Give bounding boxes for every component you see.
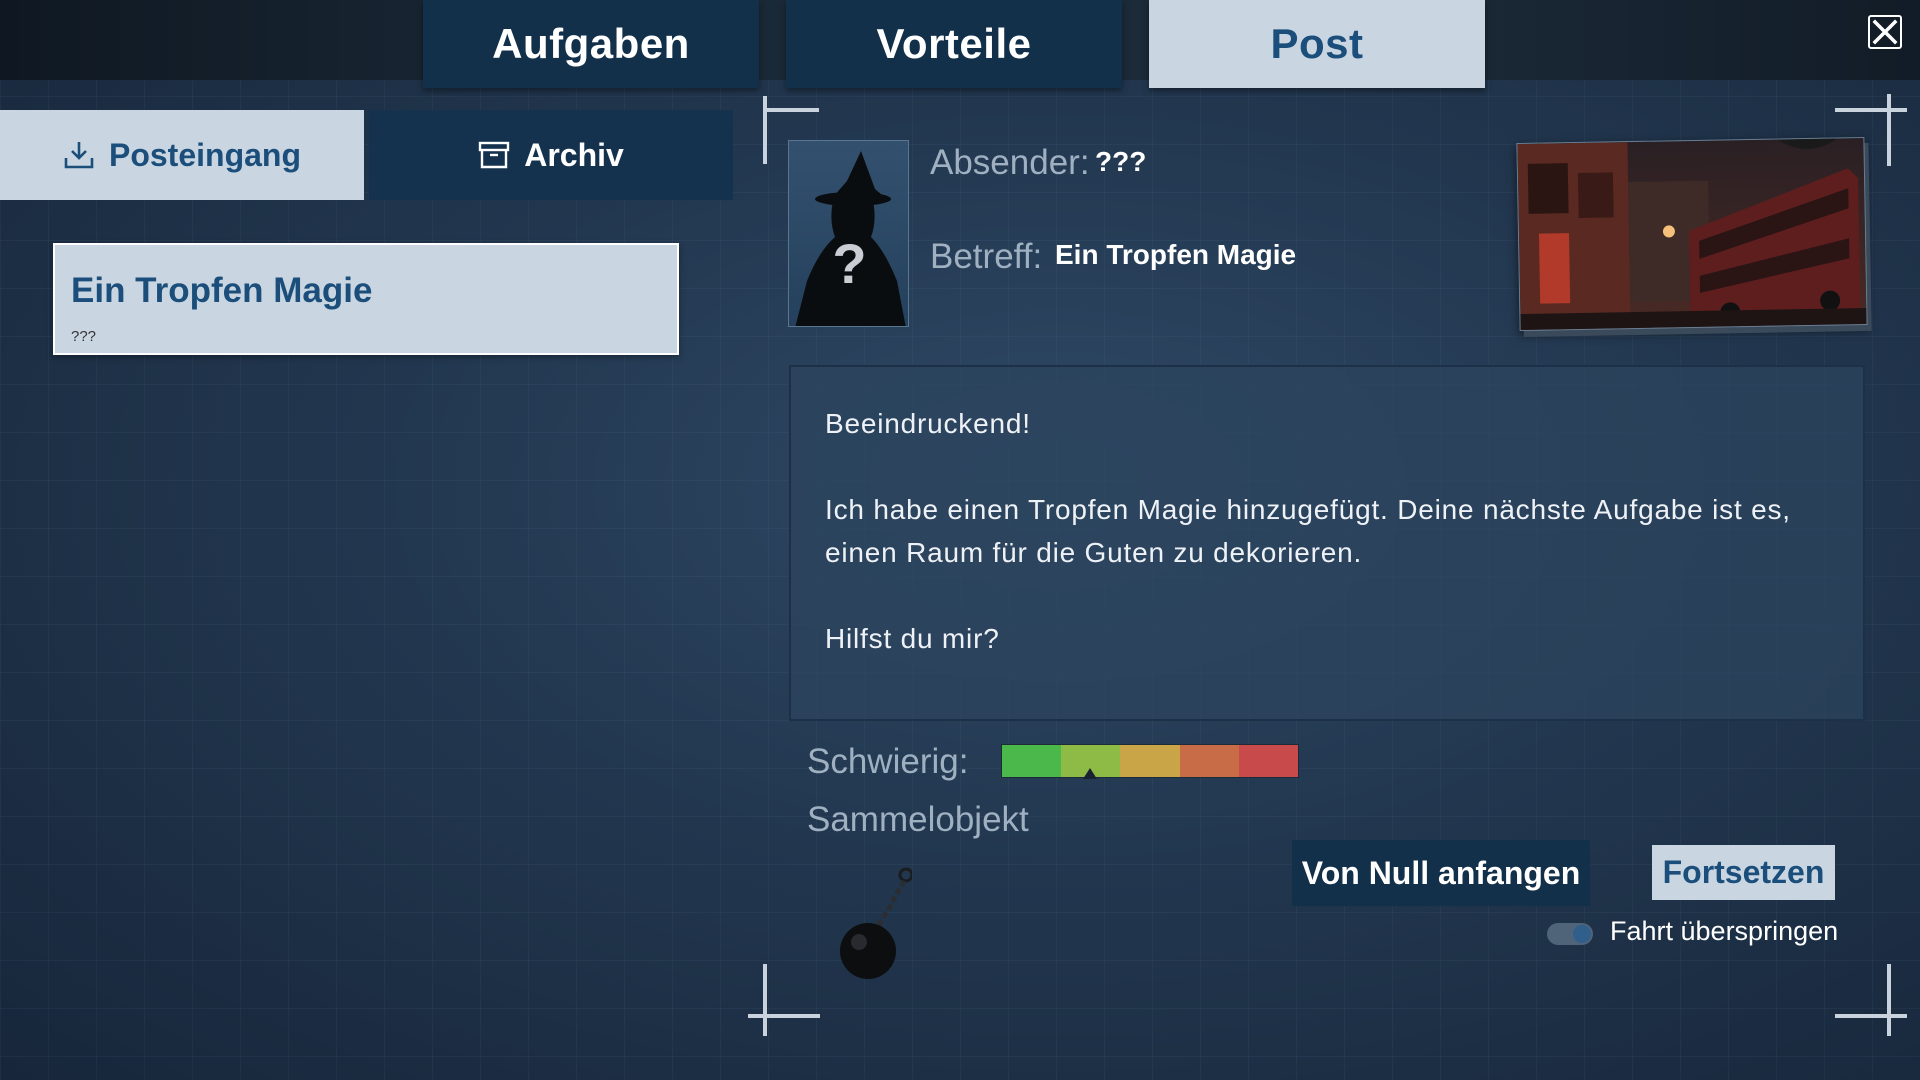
inbox-download-icon bbox=[64, 142, 94, 169]
message-body: Beeindruckend! Ich habe einen Tropfen Ma… bbox=[789, 365, 1865, 721]
corner-bracket-bottom-right-v bbox=[1887, 964, 1891, 1036]
tab-posteingang[interactable]: Posteingang bbox=[0, 110, 364, 200]
difficulty-segment-5 bbox=[1238, 745, 1299, 777]
archive-box-icon bbox=[479, 141, 510, 169]
close-button[interactable] bbox=[1868, 15, 1902, 49]
message-paragraph-2: Ich habe einen Tropfen Magie hinzugefügt… bbox=[825, 494, 1791, 568]
avatar-question-mark: ? bbox=[832, 232, 867, 295]
wrecking-ball-icon bbox=[840, 867, 912, 979]
tab-archiv-label: Archiv bbox=[524, 136, 624, 173]
street-bus-scene-image bbox=[1517, 137, 1867, 331]
subject-value: Ein Tropfen Magie bbox=[1055, 239, 1297, 270]
mail-item-sender: ??? bbox=[71, 328, 97, 345]
corner-bracket-top-left-v bbox=[763, 96, 767, 164]
message-paragraph-3: Hilfst du mir? bbox=[825, 623, 1000, 654]
difficulty-marker bbox=[1083, 768, 1098, 779]
difficulty-segment-3 bbox=[1120, 745, 1180, 777]
sender-label: Absender: bbox=[930, 143, 1090, 182]
tab-post-label: Post bbox=[1270, 20, 1364, 67]
corner-bracket-bottom-left-v bbox=[763, 964, 767, 1036]
difficulty-bar bbox=[1001, 744, 1299, 778]
corner-bracket-top-left-h bbox=[763, 108, 819, 112]
mail-photo-thumbnail bbox=[1516, 136, 1868, 332]
restart-button-label: Von Null anfangen bbox=[1301, 854, 1581, 891]
continue-button-label: Fortsetzen bbox=[1662, 854, 1825, 890]
corner-bracket-bottom-left-h bbox=[748, 1014, 820, 1018]
collectible-label: Sammelobjekt bbox=[807, 800, 1029, 839]
tab-archiv[interactable]: Archiv bbox=[369, 110, 733, 200]
difficulty-label: Schwierig: bbox=[807, 742, 969, 781]
tab-vorteile[interactable]: Vorteile bbox=[786, 0, 1122, 88]
sender-value: ??? bbox=[1095, 146, 1147, 177]
difficulty-segment-4 bbox=[1179, 745, 1239, 777]
mail-list-item[interactable]: Ein Tropfen Magie ??? bbox=[53, 243, 679, 355]
tab-aufgaben[interactable]: Aufgaben bbox=[423, 0, 759, 88]
subject-label: Betreff: bbox=[930, 237, 1043, 276]
corner-bracket-bottom-right-h bbox=[1835, 1014, 1907, 1018]
tab-aufgaben-label: Aufgaben bbox=[492, 20, 690, 67]
tab-post[interactable]: Post bbox=[1149, 0, 1485, 88]
restart-button[interactable]: Von Null anfangen bbox=[1292, 840, 1590, 906]
close-icon bbox=[1872, 19, 1898, 45]
tab-vorteile-label: Vorteile bbox=[876, 20, 1032, 67]
corner-bracket-top-right-h bbox=[1835, 108, 1907, 112]
tab-posteingang-label: Posteingang bbox=[108, 136, 301, 173]
mail-item-subject: Ein Tropfen Magie bbox=[71, 271, 373, 310]
skip-ride-label: Fahrt überspringen bbox=[1610, 916, 1839, 946]
difficulty-segment-1 bbox=[1002, 745, 1062, 777]
corner-bracket-top-right-v bbox=[1887, 94, 1891, 166]
toggle-knob bbox=[1573, 925, 1591, 943]
sender-avatar: ? bbox=[788, 140, 909, 327]
skip-ride-toggle[interactable] bbox=[1547, 923, 1593, 945]
message-paragraph-1: Beeindruckend! bbox=[825, 408, 1031, 439]
continue-button[interactable]: Fortsetzen bbox=[1652, 845, 1835, 900]
